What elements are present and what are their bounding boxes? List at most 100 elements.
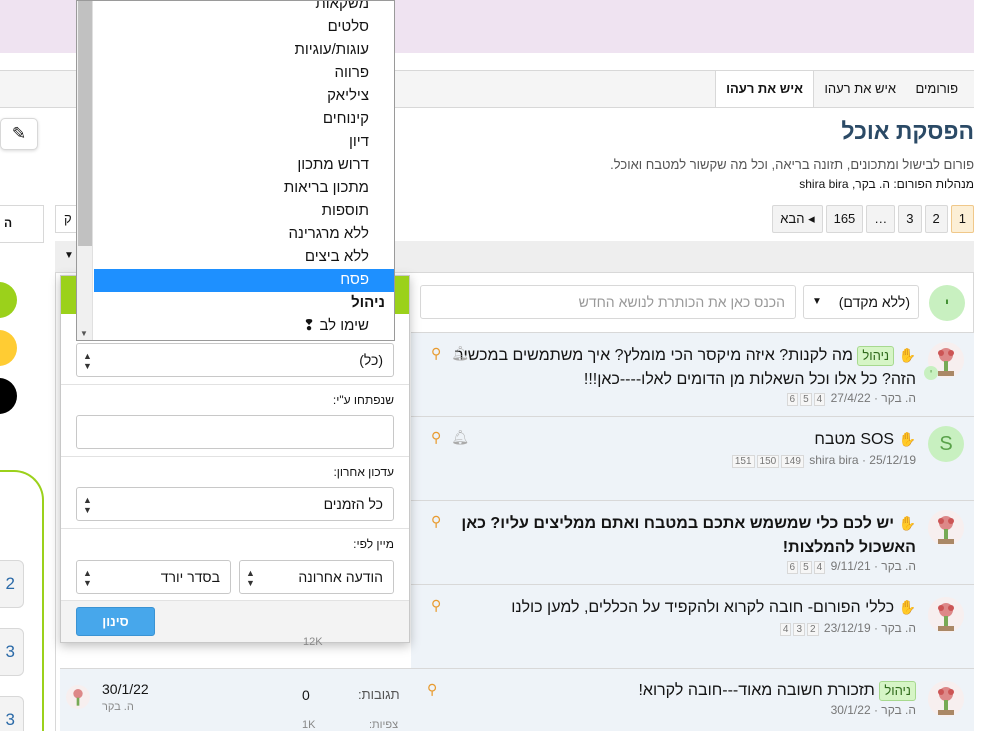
thread-title[interactable]: ✋ כללי הפורום- חובה לקרוא ולהקפיד על הכל…	[446, 595, 916, 620]
listbox-option[interactable]: תוספות	[94, 200, 394, 223]
sort-direction-select[interactable]: בסדר יורד ▲ ▼	[76, 560, 231, 594]
thread-title-text[interactable]: מה לקנות? איזה מיקסר הכי מומלץ? איך משתמ…	[455, 347, 916, 388]
thread-label[interactable]: ניהול	[857, 346, 895, 366]
prefix-listbox[interactable]: ▼ משקאות סלטים עוגות/עוגיות פרווה ציליאק…	[76, 0, 395, 341]
listbox-option[interactable]: סלטים	[94, 16, 394, 39]
page-2[interactable]: 2	[924, 205, 948, 233]
mini-page[interactable]: 4	[813, 393, 826, 406]
page-3[interactable]: 3	[898, 205, 922, 233]
last-post-avatar[interactable]	[66, 685, 90, 709]
thread-row[interactable]: S ✋ SOS מטבח shira bira · 25/12/19 14915…	[411, 416, 974, 500]
count-card[interactable]: 3	[0, 628, 24, 676]
count-card[interactable]: 2	[0, 560, 24, 608]
divider	[61, 384, 409, 385]
listbox-option[interactable]: מתכון בריאות	[94, 177, 394, 200]
thread-title-text[interactable]: SOS מטבח	[814, 431, 894, 448]
thread-date[interactable]: 25/12/19	[869, 453, 916, 467]
thread-author[interactable]: ה. בקר	[881, 391, 916, 405]
next-page-button[interactable]: הבא ◂	[772, 205, 823, 233]
avatar[interactable]	[928, 597, 964, 633]
mini-page[interactable]: 4	[813, 561, 826, 574]
left-panel-tab[interactable]: ה	[0, 205, 44, 243]
thread-date[interactable]: 30/1/22	[831, 703, 871, 717]
prefix-filter-select[interactable]: (כל) ▲ ▼	[76, 343, 394, 377]
thread-title-text[interactable]: יש לכם כלי שמשמש אתכם במטבח ואתם ממליצים…	[461, 515, 916, 556]
page-ellipsis[interactable]: …	[866, 205, 896, 233]
listbox-option[interactable]: דרוש מתכון	[94, 154, 394, 177]
replies-label: תגובות:	[358, 687, 400, 702]
thread-row[interactable]: י ✋ ניהול מה לקנות? איזה מיקסר הכי מומלץ…	[411, 332, 974, 416]
color-swatch-green[interactable]	[0, 282, 17, 318]
filter-submit-button[interactable]: סינון	[76, 607, 155, 636]
thread-title[interactable]: ✋ SOS מטבח	[446, 427, 916, 452]
mini-page[interactable]: 149	[781, 455, 804, 468]
listbox-option[interactable]: ללא ביצים	[94, 246, 394, 269]
listbox-scrollbar[interactable]: ▼	[77, 1, 93, 340]
scroll-down-icon[interactable]: ▼	[80, 329, 88, 338]
thread-label[interactable]: ניהול	[879, 681, 916, 701]
listbox-option[interactable]: דיון	[94, 131, 394, 154]
last-update-select[interactable]: כל הזמנים ▲ ▼	[76, 487, 394, 521]
avatar[interactable]: S	[928, 426, 964, 462]
listbox-option[interactable]: משקאות	[94, 1, 394, 16]
avatar[interactable]	[928, 510, 964, 546]
thread-title-text[interactable]: תזכורת חשובה מאוד---חובה לקרוא!	[638, 682, 874, 699]
last-post-author[interactable]: ה. בקר	[102, 701, 134, 713]
breadcrumb-item-category[interactable]: איש את רעהו	[824, 71, 896, 107]
hand-icon: ✋	[898, 431, 916, 447]
count-card[interactable]: 3	[0, 696, 24, 731]
mini-page[interactable]: 4	[779, 623, 792, 636]
thread-date[interactable]: 27/4/22	[831, 391, 871, 405]
thread-date[interactable]: 9/11/21	[831, 559, 871, 573]
thread-author[interactable]: shira bira	[809, 453, 858, 467]
mini-page[interactable]: 150	[756, 455, 780, 468]
forum-description: פורום לבישול ומתכונים, תזונה בריאה, וכל …	[610, 157, 974, 172]
page-165[interactable]: 165	[825, 205, 864, 233]
thread-date[interactable]: 23/12/19	[824, 621, 871, 635]
edit-icon[interactable]: ✎	[0, 118, 38, 150]
sort-field-value: הודעה אחרונה	[298, 569, 383, 585]
new-thread-title-input[interactable]: הכנס כאן את הכותרת לנושא החדש	[420, 285, 796, 319]
mini-page[interactable]: 6	[786, 561, 799, 574]
listbox-option[interactable]: עוגות/עוגיות	[94, 39, 394, 62]
color-swatch-black[interactable]	[0, 378, 17, 414]
thread-author[interactable]: ה. בקר	[881, 703, 916, 717]
mini-page[interactable]: 151	[731, 455, 755, 468]
moderators-list[interactable]: ה. בקר, shira bira	[799, 177, 890, 191]
thread-author[interactable]: ה. בקר	[881, 621, 916, 635]
mini-page[interactable]: 5	[800, 561, 812, 574]
listbox-option-selected[interactable]: פסח	[94, 269, 394, 292]
thread-row[interactable]: ניהול תזכורת חשובה מאוד---חובה לקרוא! ה.…	[60, 668, 974, 731]
listbox-option[interactable]: קינוחים	[94, 108, 394, 131]
sort-field-select[interactable]: הודעה אחרונה ▲ ▼	[239, 560, 394, 594]
mini-page[interactable]: 2	[807, 623, 819, 636]
filter-dropdown-caret-icon[interactable]: ▼	[64, 250, 74, 261]
thread-row[interactable]: ✋ כללי הפורום- חובה לקרוא ולהקפיד על הכל…	[411, 584, 974, 668]
prefix-select[interactable]: (ללא מקדם) ▼	[803, 285, 919, 319]
mini-page[interactable]: 5	[800, 393, 812, 406]
thread-title[interactable]: ניהול תזכורת חשובה מאוד---חובה לקרוא!	[446, 679, 916, 703]
listbox-option[interactable]: ללא מרגרינה	[94, 223, 394, 246]
breadcrumb-item-forums[interactable]: פורומים	[916, 71, 959, 107]
page-1[interactable]: 1	[950, 205, 974, 233]
avatar[interactable]	[928, 681, 964, 717]
thread-title-text[interactable]: כללי הפורום- חובה לקרוא ולהקפיד על הכללי…	[511, 599, 894, 616]
mini-page[interactable]: 6	[786, 393, 799, 406]
bell-icon[interactable]: 🔔︎	[451, 345, 469, 362]
thread-title[interactable]: ✋ יש לכם כלי שמשמש אתכם במטבח ואתם ממליצ…	[416, 511, 916, 560]
started-by-input[interactable]	[76, 415, 394, 449]
scrollbar-thumb[interactable]	[78, 1, 92, 246]
thread-row[interactable]: ✋ יש לכם כלי שמשמש אתכם במטבח ואתם ממליצ…	[411, 500, 974, 584]
listbox-option[interactable]: שימו לב ❢	[94, 315, 394, 338]
mini-page[interactable]: 3	[793, 623, 805, 636]
thread-title[interactable]: ✋ ניהול מה לקנות? איזה מיקסר הכי מומלץ? …	[446, 343, 916, 392]
listbox-option[interactable]: ציליאק	[94, 85, 394, 108]
thread-author[interactable]: ה. בקר	[881, 559, 916, 573]
listbox-option[interactable]: פרווה	[94, 62, 394, 85]
breadcrumb-current: איש את רעהו	[715, 71, 814, 107]
select-arrows-icon: ▲ ▼	[246, 568, 255, 588]
color-swatch-yellow[interactable]	[0, 330, 17, 366]
replies-count: 0	[302, 687, 310, 703]
bell-icon[interactable]: 🔔︎	[451, 429, 469, 446]
last-post-date[interactable]: 30/1/22	[102, 681, 149, 697]
